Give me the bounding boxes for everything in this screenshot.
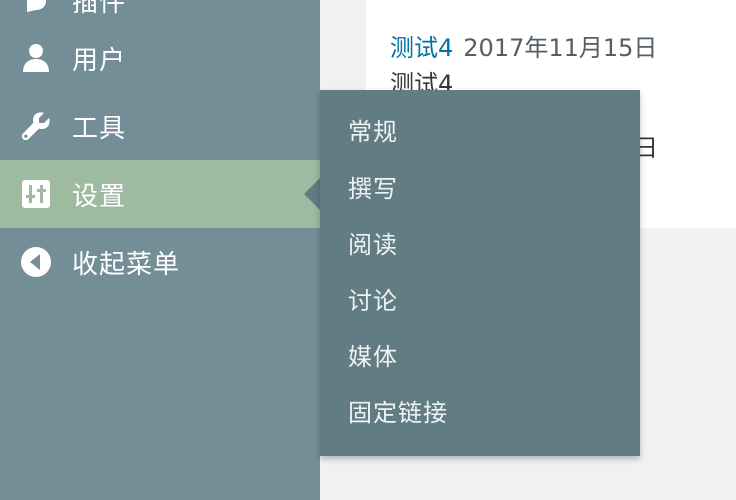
post-title-row: 测试4 2017年11月15日	[390, 28, 657, 63]
plugin-icon	[18, 0, 54, 18]
sidebar-item-label: 设置	[72, 181, 127, 212]
settings-sliders-icon	[18, 176, 54, 212]
user-icon	[18, 40, 54, 76]
submenu-item-general[interactable]: 常规	[348, 112, 398, 152]
collapse-arrow-icon	[18, 244, 54, 280]
admin-screen: 测试4 2017年11月15日 测试4 日 插件 用户 工具 设置 收起菜单 常…	[0, 0, 736, 500]
sidebar-item-collapse[interactable]: 收起菜单	[0, 228, 320, 296]
sidebar-item-settings[interactable]: 设置	[0, 160, 320, 228]
submenu-item-permalinks[interactable]: 固定链接	[348, 393, 448, 433]
submenu-item-media[interactable]: 媒体	[348, 337, 398, 377]
post-date: 2017年11月15日	[463, 34, 658, 62]
wrench-icon	[18, 108, 54, 144]
settings-submenu: 常规 撰写 阅读 讨论 媒体 固定链接	[320, 90, 640, 456]
submenu-item-discussion[interactable]: 讨论	[348, 281, 398, 321]
active-menu-pointer	[304, 178, 320, 210]
sidebar-item-label: 收起菜单	[72, 249, 181, 280]
admin-sidebar: 插件 用户 工具 设置 收起菜单	[0, 0, 320, 500]
submenu-item-reading[interactable]: 阅读	[348, 225, 398, 265]
sidebar-item-users[interactable]: 用户	[0, 24, 320, 92]
sidebar-item-label: 插件	[72, 0, 127, 18]
sidebar-item-label: 工具	[72, 113, 127, 144]
submenu-item-writing[interactable]: 撰写	[348, 169, 398, 209]
post-title-link[interactable]: 测试4	[390, 34, 453, 62]
sidebar-item-label: 用户	[72, 45, 127, 76]
sidebar-item-tools[interactable]: 工具	[0, 92, 320, 160]
